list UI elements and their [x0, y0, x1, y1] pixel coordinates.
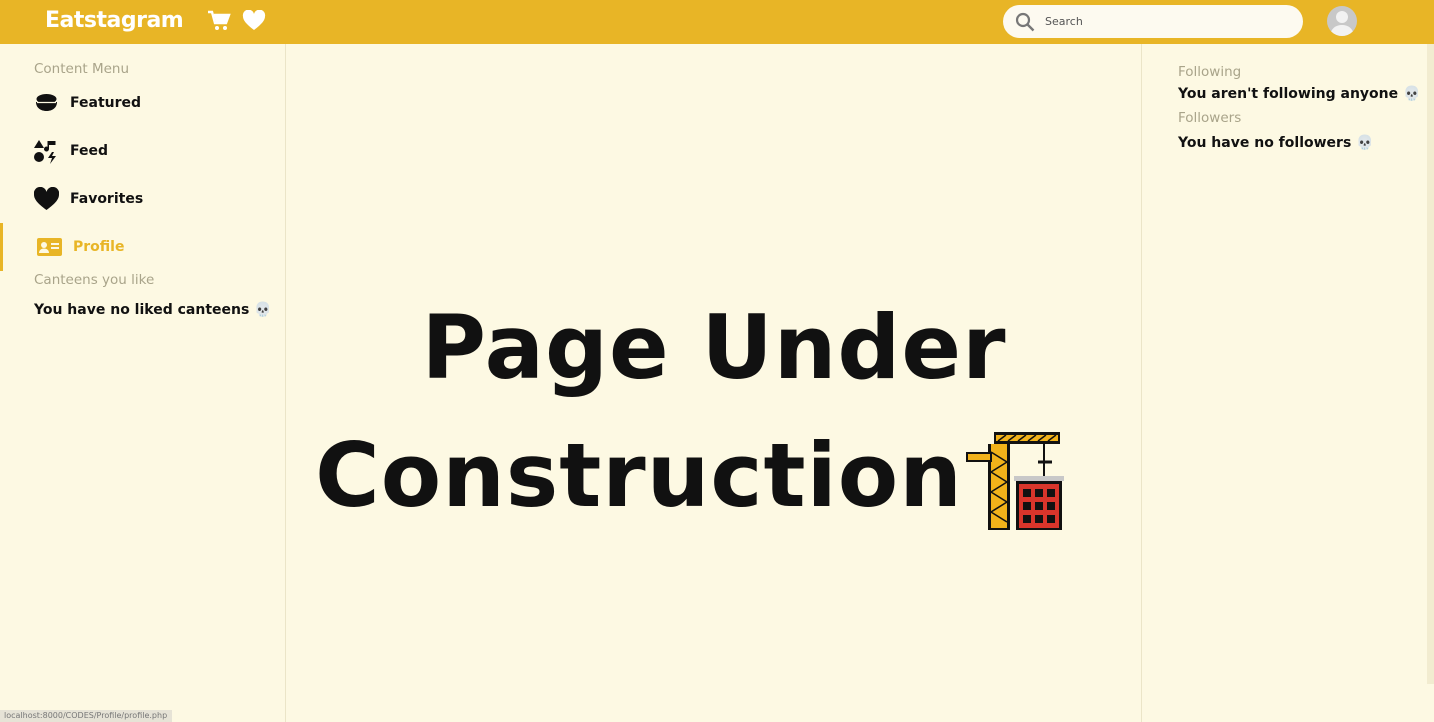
following-title: Following [1178, 64, 1242, 80]
left-sidebar: Content Menu Featured Feed Favorites Pro… [0, 44, 286, 722]
sidebar-item-feed[interactable]: Feed [0, 131, 284, 171]
feed-icon [34, 139, 59, 164]
scrollbar[interactable] [1427, 44, 1434, 684]
sidebar-item-favorites[interactable]: Favorites [0, 179, 284, 219]
cart-icon[interactable] [207, 10, 231, 32]
right-sidebar: Following You aren't following anyone 💀 … [1141, 44, 1434, 722]
active-indicator [0, 223, 3, 271]
sidebar-item-label: Profile [73, 239, 125, 255]
page-title-line1: Page Under [421, 296, 1007, 399]
sidebar-item-featured[interactable]: Featured [0, 83, 284, 123]
app-logo[interactable]: Eatstagram [45, 8, 184, 33]
sidebar-item-label: Featured [70, 95, 142, 111]
search-icon [1015, 12, 1035, 32]
sidebar-item-label: Feed [70, 143, 109, 159]
canteens-you-like-title: Canteens you like [34, 272, 155, 288]
id-card-icon [37, 235, 62, 260]
top-navbar: Eatstagram [0, 0, 1434, 44]
followers-title: Followers [1178, 110, 1242, 126]
construction-crane-icon [966, 432, 1064, 530]
content-menu-title: Content Menu [34, 61, 130, 77]
search-input[interactable] [1045, 12, 1285, 30]
status-bar-url: localhost:8000/CODES/Profile/profile.php [0, 710, 172, 722]
heart-icon [33, 186, 60, 212]
following-empty-text: You aren't following anyone 💀 [1178, 86, 1421, 102]
sidebar-item-label: Favorites [70, 191, 144, 207]
sidebar-item-profile[interactable]: Profile [0, 223, 284, 271]
heart-icon[interactable] [242, 9, 266, 32]
user-avatar-icon[interactable] [1327, 6, 1357, 36]
liked-canteens-empty-text: You have no liked canteens 💀 [34, 302, 272, 318]
bowl-icon [34, 91, 59, 116]
followers-empty-text: You have no followers 💀 [1178, 135, 1374, 151]
search-bar[interactable] [1003, 5, 1303, 38]
